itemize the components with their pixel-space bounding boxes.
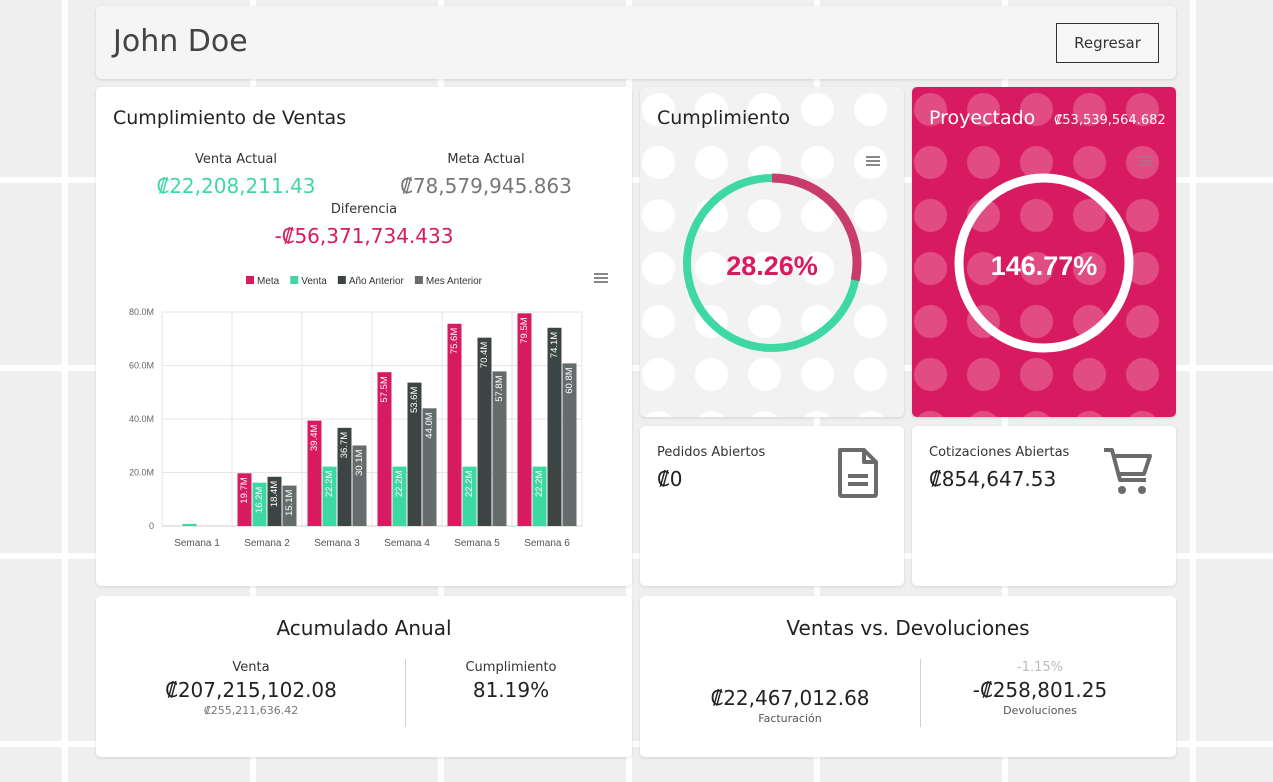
facturacion-label: Facturación (758, 712, 822, 725)
acumulado-divider (405, 659, 406, 727)
pedidos-card[interactable]: Pedidos Abiertos ₡0 (640, 426, 904, 586)
cumplimiento-title: Cumplimiento (657, 107, 791, 129)
bar (517, 313, 532, 526)
bar-data-label: 39.4M (309, 425, 320, 451)
bar-data-label: 53.6M (409, 387, 420, 413)
bar-data-label: 44.0M (424, 412, 435, 438)
x-tick-label: Semana 6 (524, 538, 570, 549)
diferencia-value: -₡56,371,734.433 (274, 224, 454, 248)
user-name: John Doe (113, 24, 248, 59)
bar-data-label: 22.2M (324, 471, 335, 497)
bar-data-label: 79.5M (519, 317, 530, 343)
bar-data-label: 15.1M (284, 490, 295, 516)
bar-data-label: 57.8M (494, 375, 505, 401)
bar-data-label: 19.7M (239, 477, 250, 503)
proyectado-title: Proyectado (929, 107, 1036, 129)
x-tick-label: Semana 5 (454, 538, 500, 549)
bar (182, 523, 197, 526)
bar-data-label: 30.1M (354, 449, 365, 475)
y-tick-label: 80.0M (129, 307, 154, 317)
y-tick-label: 0 (149, 521, 154, 531)
cotizaciones-value: ₡854,647.53 (929, 467, 1057, 491)
legend-swatch (246, 276, 254, 284)
meta-actual-value: ₡78,579,945.863 (400, 174, 572, 198)
acumulado-title: Acumulado Anual (276, 616, 452, 640)
bar-data-label: 22.2M (394, 471, 405, 497)
bar-data-label: 22.2M (534, 471, 545, 497)
y-tick-label: 60.0M (129, 361, 154, 371)
venta-actual-label: Venta Actual (194, 152, 278, 167)
cotizaciones-label: Cotizaciones Abiertas (929, 445, 1070, 460)
acumulado-venta-value: ₡207,215,102.08 (165, 678, 337, 702)
diferencia-label: Diferencia (330, 202, 398, 217)
bar-data-label: 75.6M (449, 328, 460, 354)
back-button[interactable]: Regresar (1056, 23, 1159, 63)
sales-card-title: Cumplimiento de Ventas (113, 107, 347, 129)
bar-data-label: 22.2M (464, 471, 475, 497)
legend-swatch (337, 276, 346, 284)
legend-label: Mes Anterior (426, 276, 483, 287)
cumplimiento-percent: 28.26% (726, 251, 818, 281)
ventas-dev-title: Ventas vs. Devoluciones (786, 616, 1030, 640)
sales-compliance-card: Cumplimiento de Ventas Venta Actual ₡22,… (96, 87, 632, 586)
cart-icon (1104, 448, 1152, 494)
y-tick-label: 40.0M (129, 414, 154, 424)
ventas-devoluciones-card: Ventas vs. Devoluciones ₡22,467,012.68 F… (640, 596, 1176, 757)
cumplimiento-card: Cumplimiento 28.26% (640, 87, 904, 417)
x-tick-label: Semana 1 (174, 538, 220, 549)
acumulado-cumpl-col: Cumplimiento 81.19% (416, 660, 606, 702)
cotizaciones-card[interactable]: Cotizaciones Abiertas ₡854,647.53 (912, 426, 1176, 586)
facturacion-col: ₡22,467,012.68 Facturación (670, 683, 910, 725)
y-tick-label: 20.0M (129, 468, 154, 478)
cumplimiento-menu-icon[interactable] (866, 156, 880, 166)
facturacion-value: ₡22,467,012.68 (710, 686, 870, 710)
legend-label: Año Anterior (349, 276, 405, 287)
bar-data-label: 16.2M (254, 487, 265, 513)
legend-label: Meta (257, 276, 280, 287)
proyectado-amount: ₡53,539,564.682 (1054, 113, 1166, 128)
legend-label: Venta (301, 276, 327, 287)
proyectado-menu-icon[interactable] (1138, 156, 1152, 166)
document-icon (838, 448, 878, 498)
x-tick-label: Semana 3 (314, 538, 360, 549)
meta-actual-label: Meta Actual (447, 152, 525, 167)
acumulado-venta-sub: ₡255,211,636.42 (203, 704, 299, 717)
x-tick-label: Semana 4 (384, 538, 430, 549)
weekly-bar-chart: Meta Venta Año Anterior Mes Anterior 0 20.0M 4… (129, 276, 583, 549)
bar-data-label: 70.4M (479, 342, 490, 368)
legend-swatch (414, 276, 423, 284)
ventas-dev-divider (920, 659, 921, 727)
acumulado-venta-label: Venta (232, 660, 270, 675)
acumulado-cumpl-value: 81.19% (472, 678, 550, 702)
acumulado-cumpl-label: Cumplimiento (465, 660, 557, 675)
bar-data-label: 57.5M (379, 376, 390, 402)
bar-data-label: 36.7M (339, 432, 350, 458)
acumulado-venta-col: Venta ₡207,215,102.08 ₡255,211,636.42 (136, 660, 366, 717)
bar-data-label: 18.4M (269, 481, 280, 507)
header-bar: John Doe Regresar (96, 6, 1176, 79)
venta-actual-value: ₡22,208,211.43 (156, 174, 316, 198)
devoluciones-value: -₡258,801.25 (972, 678, 1108, 702)
devoluciones-percent: -1.15% (1017, 660, 1063, 675)
proyectado-percent: 146.77% (990, 251, 1098, 281)
pedidos-label: Pedidos Abiertos (657, 445, 766, 460)
devoluciones-col: -1.15% -₡258,801.25 Devoluciones (930, 660, 1150, 717)
x-tick-label: Semana 2 (244, 538, 290, 549)
proyectado-card: Proyectado ₡53,539,564.682 146.77% (912, 87, 1176, 417)
acumulado-card: Acumulado Anual Venta ₡207,215,102.08 ₡2… (96, 596, 632, 757)
bar-data-label: 60.8M (564, 367, 575, 393)
bar-data-label: 74.1M (549, 332, 560, 358)
legend-swatch (290, 276, 299, 284)
pedidos-value: ₡0 (657, 467, 683, 491)
devoluciones-label: Devoluciones (1003, 704, 1077, 717)
